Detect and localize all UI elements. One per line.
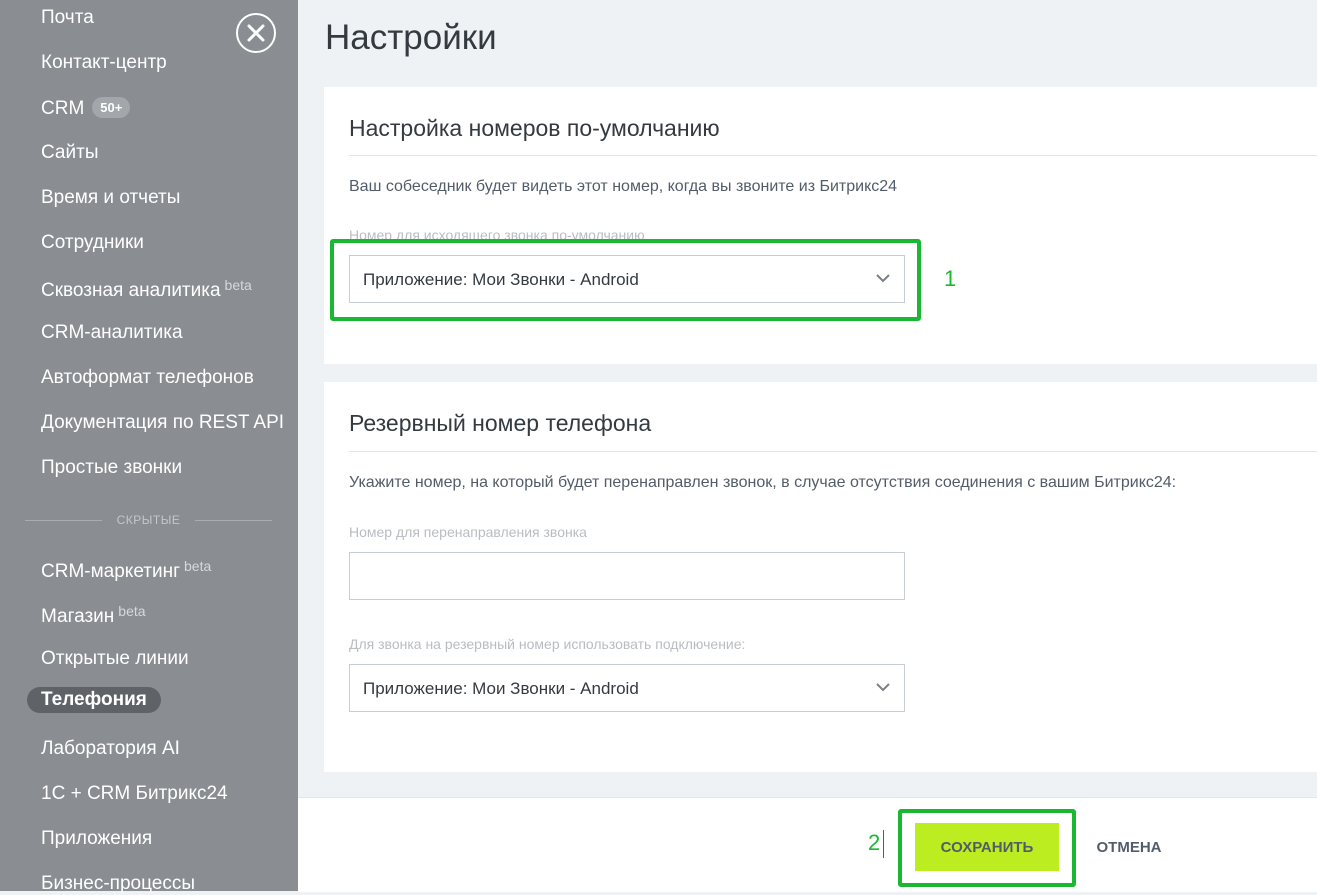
sidebar-item-label: Время и отчеты [41,187,181,208]
save-button[interactable]: СОХРАНИТЬ [915,823,1059,871]
sidebar-item-applications[interactable]: Приложения [41,828,152,850]
sidebar-item-label: Документация по REST API [41,412,285,433]
sidebar-item-store[interactable]: Магазин beta [41,603,146,628]
sidebar-item-label: Магазин [41,606,115,627]
redirect-number-input[interactable] [349,552,905,600]
sidebar-item-label: Лаборатория AI [41,738,180,759]
sidebar-item-label: Приложения [41,828,153,849]
sidebar-item-employees[interactable]: Сотрудники [41,232,144,254]
backup-connection-label: Для звонка на резервный номер использова… [349,636,746,652]
close-slider-button[interactable] [236,13,276,53]
sidebar-item-crm-analytics[interactable]: CRM-аналитика [41,322,183,344]
sidebar-item-end-to-end-analytics[interactable]: Сквозная аналитика beta [41,277,252,302]
outgoing-number-select[interactable]: Приложение: Мои Звонки - Android [349,255,905,303]
beta-label: beta [184,558,212,574]
sidebar-item-label: Телефония [41,689,147,710]
section-divider [349,155,1317,156]
sidebar-item-telephony[interactable]: Телефония [27,687,161,713]
sidebar-item-crm[interactable]: CRM 50+ [41,97,131,120]
sidebar-item-1c-crm[interactable]: 1С + CRM Битрикс24 [41,783,228,805]
sidebar-item-contact-center[interactable]: Контакт-центр [41,52,167,74]
sidebar-item-phone-autoformat[interactable]: Автоформат телефонов [41,367,254,389]
sidebar-item-label: Контакт-центр [41,52,167,73]
sidebar-item-label: Сотрудники [41,232,144,253]
backup-number-section: Резервный номер телефона Укажите номер, … [324,382,1317,772]
cancel-button[interactable]: ОТМЕНА [1085,823,1173,871]
sidebar-item-simple-calls[interactable]: Простые звонки [41,457,182,479]
close-icon [247,24,265,42]
hidden-section-divider: СКРЫТЫЕ [25,510,272,530]
section-divider [349,451,1317,452]
sidebar-item-label: Открытые линии [41,648,189,669]
section-title: Настройка номеров по-умолчанию [349,115,720,141]
chevron-down-icon [876,274,890,283]
sidebar-item-open-channels[interactable]: Открытые линии [41,648,189,670]
sidebar-item-label: CRM-аналитика [41,322,183,343]
sidebar-item-label: CRM [41,98,85,119]
backup-connection-select[interactable]: Приложение: Мои Звонки - Android [349,664,905,712]
section-title: Резервный номер телефона [349,410,652,436]
select-value: Приложение: Мои Звонки - Android [363,270,639,289]
annotation-number-2: 2 [868,830,881,855]
sidebar-item-label: Почта [41,7,94,28]
page-title: Настройки [325,18,497,57]
beta-label: beta [118,603,146,619]
select-value: Приложение: Мои Звонки - Android [363,679,639,698]
sidebar-item-ai-lab[interactable]: Лаборатория AI [41,738,180,760]
chevron-down-icon [876,683,890,692]
sidebar-item-label: Сквозная аналитика [41,280,221,301]
beta-label: beta [224,277,252,293]
default-numbers-section: Настройка номеров по-умолчанию Ваш собес… [324,87,1317,364]
counter-badge: 50+ [92,97,131,118]
sidebar-item-label: Сайты [41,142,99,163]
redirect-number-label: Номер для перенаправления звонка [349,524,587,540]
sidebar-item-label: Простые звонки [41,457,183,478]
sidebar-item-time-reports[interactable]: Время и отчеты [41,187,180,209]
section-description: Ваш собеседник будет видеть этот номер, … [349,178,898,195]
text-cursor [883,830,884,858]
divider-line [195,520,272,521]
annotation-number-1: 1 [944,266,957,291]
sidebar-item-label: CRM-маркетинг [41,561,180,582]
sidebar-item-sites[interactable]: Сайты [41,142,98,164]
sidebar-item-crm-marketing[interactable]: CRM-маркетинг beta [41,558,211,583]
section-description: Укажите номер, на который будет перенапр… [349,474,1177,491]
sidebar-item-label: Автоформат телефонов [41,367,254,388]
sidebar: Почта Контакт-центр CRM 50+ Сайты Время и… [0,0,298,894]
sidebar-item-label: 1С + CRM Битрикс24 [41,783,228,804]
outgoing-number-label: Номер для исходящего звонка по-умолчанию [349,227,645,243]
sidebar-item-mail[interactable]: Почта [41,7,94,29]
sidebar-item-business-processes[interactable]: Бизнес-процессы [41,873,195,895]
sidebar-item-rest-api-docs[interactable]: Документация по REST API [41,412,284,434]
